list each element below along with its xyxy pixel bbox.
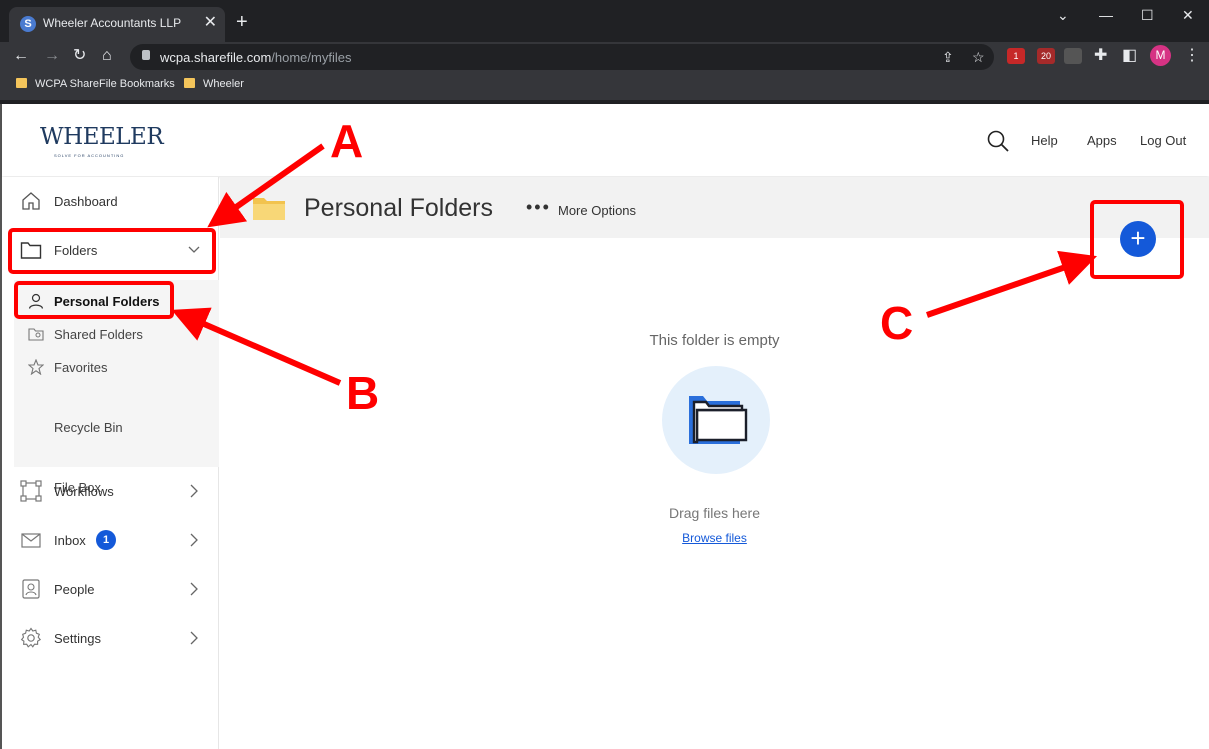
extension-lastpass-icon[interactable]: 1 (1007, 48, 1025, 64)
annotation-label-a: A (330, 115, 364, 167)
gear-icon (20, 627, 42, 648)
more-options-button[interactable]: More Options (558, 203, 636, 218)
extension-ublock-icon[interactable]: 20 (1037, 48, 1055, 64)
sidebar-label: Favorites (54, 360, 108, 375)
bookmark-star-icon[interactable]: ☆ (972, 48, 985, 66)
url-host: wcpa.sharefile.com (160, 50, 272, 65)
chevron-right-icon (190, 582, 198, 596)
close-tab-icon[interactable]: ✕ (204, 13, 217, 33)
extension-badge: 1 (1013, 51, 1019, 61)
bookmark-label: WCPA ShareFile Bookmarks (35, 78, 175, 90)
mail-icon (21, 533, 41, 548)
sidebar-item-settings[interactable]: Settings (2, 619, 219, 659)
workflow-icon (20, 480, 42, 502)
profile-avatar[interactable]: M (1150, 45, 1171, 66)
folder-icon (184, 78, 195, 88)
shared-folder-icon (28, 328, 44, 341)
empty-folder-illustration (662, 366, 770, 474)
sidebar-label: Shared Folders (54, 327, 143, 342)
drag-files-message: Drag files here (668, 505, 761, 521)
url-path: /home/myfiles (271, 50, 352, 65)
annotation-box-a (8, 228, 216, 274)
reload-icon[interactable]: ↻ (73, 46, 86, 66)
browse-files-link[interactable]: Browse files (220, 531, 1209, 545)
sidebar-label: Recycle Bin (54, 420, 123, 435)
browser-tab-bar: S Wheeler Accountants LLP ✕ + ⌄ — ☐ ✕ (0, 0, 1209, 42)
browser-toolbar: ← → ↻ ⌂ wcpa.sharefile.com/home/myfiles … (0, 42, 1209, 72)
sharefile-app: WHEELER SOLVE FOR ACCOUNTING Help Apps L… (0, 104, 1209, 749)
contact-book-icon (22, 579, 40, 599)
page-title: Personal Folders (304, 194, 493, 222)
logo-tagline: SOLVE FOR ACCOUNTING (54, 153, 125, 158)
menu-kebab-icon[interactable]: ⋮ (1184, 46, 1200, 66)
extension-screen-icon[interactable] (1064, 48, 1082, 64)
maximize-icon[interactable]: ☐ (1141, 6, 1154, 24)
sidebar-item-favorites[interactable]: Favorites (14, 353, 219, 381)
inbox-count-badge: 1 (96, 530, 116, 550)
chevron-right-icon (190, 484, 198, 498)
folder-header: Personal Folders ••• More Options (220, 177, 1209, 238)
chevron-right-icon (190, 631, 198, 645)
lock-icon (142, 50, 150, 60)
sidebar-label: People (54, 582, 95, 597)
folder-icon (253, 198, 285, 220)
annotation-label-b: B (346, 367, 380, 419)
search-icon[interactable] (987, 130, 1009, 152)
sidebar-label: Inbox (54, 533, 86, 548)
tab-title: Wheeler Accountants LLP (43, 16, 182, 30)
wheeler-logo[interactable]: WHEELER SOLVE FOR ACCOUNTING (40, 124, 164, 160)
close-window-icon[interactable]: ✕ (1182, 6, 1194, 24)
home-icon (22, 192, 40, 210)
bookmark-folder-wcpa[interactable]: WCPA ShareFile Bookmarks (16, 78, 175, 90)
sidebar-label: Settings (54, 631, 101, 646)
browser-tab[interactable]: S Wheeler Accountants LLP ✕ (9, 7, 225, 42)
forward-icon[interactable]: → (44, 46, 60, 66)
bookmark-label: Wheeler (203, 78, 244, 90)
sidebar-item-dashboard[interactable]: Dashboard (2, 182, 219, 222)
logout-link[interactable]: Log Out (1140, 133, 1186, 148)
bookmark-folder-wheeler[interactable]: Wheeler (184, 78, 244, 90)
app-header: WHEELER SOLVE FOR ACCOUNTING Help Apps L… (2, 104, 1209, 176)
minimize-icon[interactable]: — (1099, 6, 1113, 24)
sidebar-label: Workflows (54, 484, 114, 499)
star-icon (28, 359, 44, 375)
empty-folder-message: This folder is empty (649, 332, 780, 349)
sharefile-favicon-icon: S (20, 16, 36, 32)
share-icon[interactable]: ⇪ (942, 48, 954, 66)
folder-icon (16, 78, 27, 88)
annotation-label-c: C (880, 297, 914, 349)
apps-link[interactable]: Apps (1087, 133, 1117, 148)
extension-badge: 20 (1040, 51, 1051, 61)
sidebar-item-shared-folders[interactable]: Shared Folders (14, 320, 219, 348)
bookmarks-bar: WCPA ShareFile Bookmarks Wheeler (0, 72, 1209, 100)
sidebar-item-workflows[interactable]: Workflows (2, 472, 219, 512)
main-content: Personal Folders ••• More Options + This… (220, 177, 1209, 749)
sidebar-label: Dashboard (54, 194, 118, 209)
new-tab-button[interactable]: + (236, 10, 248, 34)
annotation-box-c (1090, 200, 1184, 279)
chevron-right-icon (190, 533, 198, 547)
address-bar[interactable]: wcpa.sharefile.com/home/myfiles ⇪ ☆ (130, 44, 994, 70)
url-text[interactable]: wcpa.sharefile.com/home/myfiles (160, 50, 351, 65)
help-link[interactable]: Help (1031, 133, 1058, 148)
annotation-box-b (14, 281, 174, 319)
side-panel-icon[interactable]: ◧ (1122, 46, 1137, 66)
home-icon[interactable]: ⌂ (102, 46, 112, 66)
sidebar-item-recycle-bin[interactable]: Recycle Bin (14, 402, 219, 467)
tab-search-icon[interactable]: ⌄ (1057, 6, 1069, 24)
logo-text: WHEELER (40, 124, 164, 150)
folder-icon (689, 396, 748, 444)
back-icon[interactable]: ← (13, 46, 29, 66)
sidebar-item-inbox[interactable]: Inbox 1 (2, 521, 219, 561)
more-options-icon[interactable]: ••• (526, 197, 551, 218)
sidebar-item-people[interactable]: People (2, 570, 219, 610)
extensions-puzzle-icon[interactable]: ✚ (1094, 46, 1107, 66)
